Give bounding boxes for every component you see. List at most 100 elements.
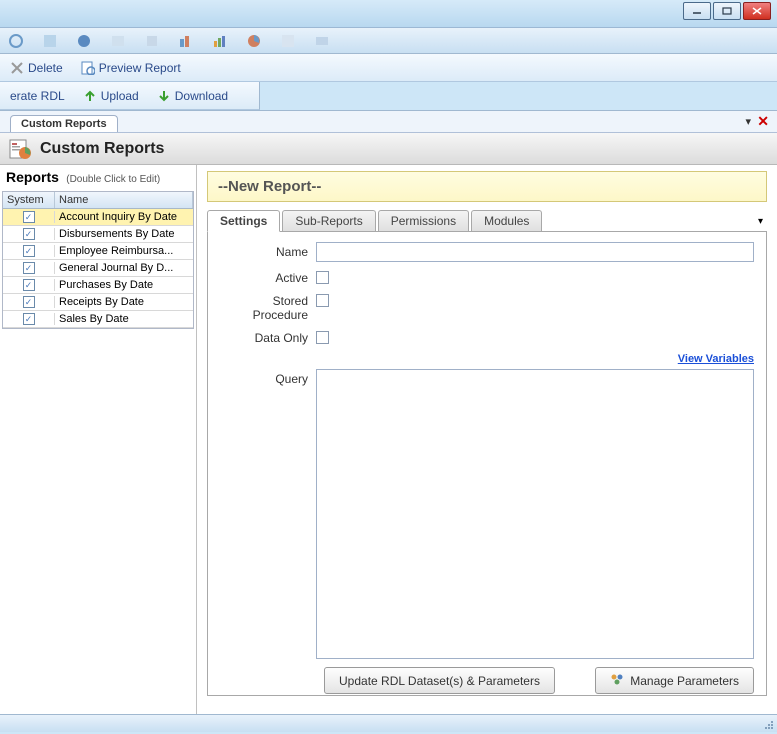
query-label: Query <box>220 369 316 386</box>
upload-button[interactable]: Upload <box>77 87 145 105</box>
system-checkbox[interactable]: ✓ <box>23 228 35 240</box>
manage-parameters-button[interactable]: Manage Parameters <box>595 667 754 694</box>
system-cell: ✓ <box>3 262 55 274</box>
qat-icon-5[interactable] <box>144 33 160 49</box>
manage-parameters-icon <box>610 672 624 689</box>
close-tab-button[interactable]: ✕ <box>757 113 769 130</box>
view-variables-link[interactable]: View Variables <box>678 353 754 365</box>
table-row[interactable]: ✓Employee Reimbursa... <box>3 243 193 260</box>
form-body: Name Active Stored Procedure Data Only V… <box>207 232 767 696</box>
table-row[interactable]: ✓Sales By Date <box>3 311 193 328</box>
query-input[interactable] <box>316 369 754 659</box>
system-cell: ✓ <box>3 245 55 257</box>
status-bar <box>0 714 777 732</box>
toolbar-primary: Delete Preview Report <box>0 54 777 82</box>
table-row[interactable]: ✓ General Journal By D... <box>3 260 193 277</box>
table-row[interactable]: ✓ Disbursements By Date <box>3 226 193 243</box>
qat-icon-9[interactable] <box>280 33 296 49</box>
close-button[interactable] <box>743 2 771 20</box>
delete-icon <box>10 61 24 75</box>
name-cell: Purchases By Date <box>55 279 193 291</box>
col-system[interactable]: System <box>3 192 55 208</box>
system-checkbox[interactable]: ✓ <box>23 211 35 223</box>
grid-header: System Name <box>3 192 193 209</box>
close-icon <box>752 7 762 15</box>
preview-label: Preview Report <box>99 61 181 75</box>
tab-permissions[interactable]: Permissions <box>378 210 469 231</box>
download-button[interactable]: Download <box>151 87 234 105</box>
active-checkbox[interactable] <box>316 271 329 284</box>
download-label: Download <box>175 89 228 103</box>
maximize-button[interactable] <box>713 2 741 20</box>
panel-title: Custom Reports <box>40 140 164 158</box>
col-name[interactable]: Name <box>55 192 193 208</box>
tab-modules[interactable]: Modules <box>471 210 542 231</box>
qat-icon-4[interactable] <box>110 33 126 49</box>
table-row[interactable]: ✓ Receipts By Date <box>3 294 193 311</box>
resize-grip-icon[interactable] <box>761 717 775 731</box>
tab-modules-label: Modules <box>484 214 529 228</box>
document-tab[interactable]: Custom Reports <box>10 115 118 132</box>
system-cell: ✓ <box>3 296 55 308</box>
qat-icon-8[interactable] <box>246 33 262 49</box>
minimize-icon <box>692 7 702 15</box>
name-label: Name <box>220 242 316 259</box>
document-tab-row: Custom Reports ▾ ✕ <box>0 111 777 133</box>
qat-icon-10[interactable] <box>314 33 330 49</box>
system-checkbox[interactable]: ✓ <box>23 262 35 274</box>
name-input[interactable] <box>316 242 754 262</box>
name-cell: Receipts By Date <box>55 296 193 308</box>
tabs-overflow[interactable]: ▾ <box>758 216 763 227</box>
update-rdl-button[interactable]: Update RDL Dataset(s) & Parameters <box>324 667 555 694</box>
table-row[interactable]: ✓ Account Inquiry By Date <box>3 209 193 226</box>
pin-button[interactable]: ▾ <box>745 115 751 128</box>
system-checkbox[interactable]: ✓ <box>23 245 35 257</box>
reports-hint: (Double Click to Edit) <box>66 174 160 185</box>
data-only-label: Data Only <box>220 328 316 345</box>
name-cell: Disbursements By Date <box>55 228 193 240</box>
report-title-bar: --New Report-- <box>207 171 767 202</box>
tab-sub-reports[interactable]: Sub-Reports <box>282 210 375 231</box>
document-tab-label: Custom Reports <box>21 118 107 130</box>
qat-icon-2[interactable] <box>42 33 58 49</box>
window-titlebar <box>0 0 777 28</box>
manage-parameters-label: Manage Parameters <box>630 674 739 688</box>
tab-settings-label: Settings <box>220 214 267 228</box>
form-tabs: Settings Sub-Reports Permissions Modules… <box>207 210 767 232</box>
reports-list-panel: Reports (Double Click to Edit) System Na… <box>0 165 197 714</box>
quick-access-toolbar <box>0 28 777 54</box>
system-checkbox[interactable]: ✓ <box>23 313 35 325</box>
qat-icon-3[interactable] <box>76 33 92 49</box>
upload-label: Upload <box>101 89 139 103</box>
system-checkbox[interactable]: ✓ <box>23 296 35 308</box>
generate-rdl-button[interactable]: erate RDL <box>4 87 71 105</box>
qat-icon-6[interactable] <box>178 33 194 49</box>
reports-title: Reports <box>6 169 59 185</box>
minimize-button[interactable] <box>683 2 711 20</box>
report-detail-panel: --New Report-- Settings Sub-Reports Perm… <box>197 165 777 714</box>
tab-sub-reports-label: Sub-Reports <box>295 214 362 228</box>
generate-rdl-label: erate RDL <box>10 89 65 103</box>
table-row[interactable]: ✓ Purchases By Date <box>3 277 193 294</box>
qat-icon-7[interactable] <box>212 33 228 49</box>
preview-report-button[interactable]: Preview Report <box>75 59 187 77</box>
data-only-checkbox[interactable] <box>316 331 329 344</box>
stored-procedure-checkbox[interactable] <box>316 294 329 307</box>
system-checkbox[interactable]: ✓ <box>23 279 35 291</box>
preview-icon <box>81 61 95 75</box>
delete-button[interactable]: Delete <box>4 59 69 77</box>
download-icon <box>157 89 171 103</box>
panel-header: Custom Reports <box>0 133 777 165</box>
name-cell: General Journal By D... <box>55 262 193 274</box>
system-cell: ✓ <box>3 313 55 325</box>
tab-settings[interactable]: Settings <box>207 210 280 232</box>
delete-label: Delete <box>28 61 63 75</box>
system-cell: ✓ <box>3 211 55 223</box>
view-variables-label: View Variables <box>678 353 754 365</box>
stored-procedure-label: Stored Procedure <box>220 291 316 322</box>
system-cell: ✓ <box>3 228 55 240</box>
name-cell: Account Inquiry By Date <box>55 211 193 223</box>
custom-reports-icon <box>8 137 32 161</box>
qat-icon-1[interactable] <box>8 33 24 49</box>
reports-grid: System Name ✓ Account Inquiry By Date ✓ Dis… <box>2 191 194 329</box>
